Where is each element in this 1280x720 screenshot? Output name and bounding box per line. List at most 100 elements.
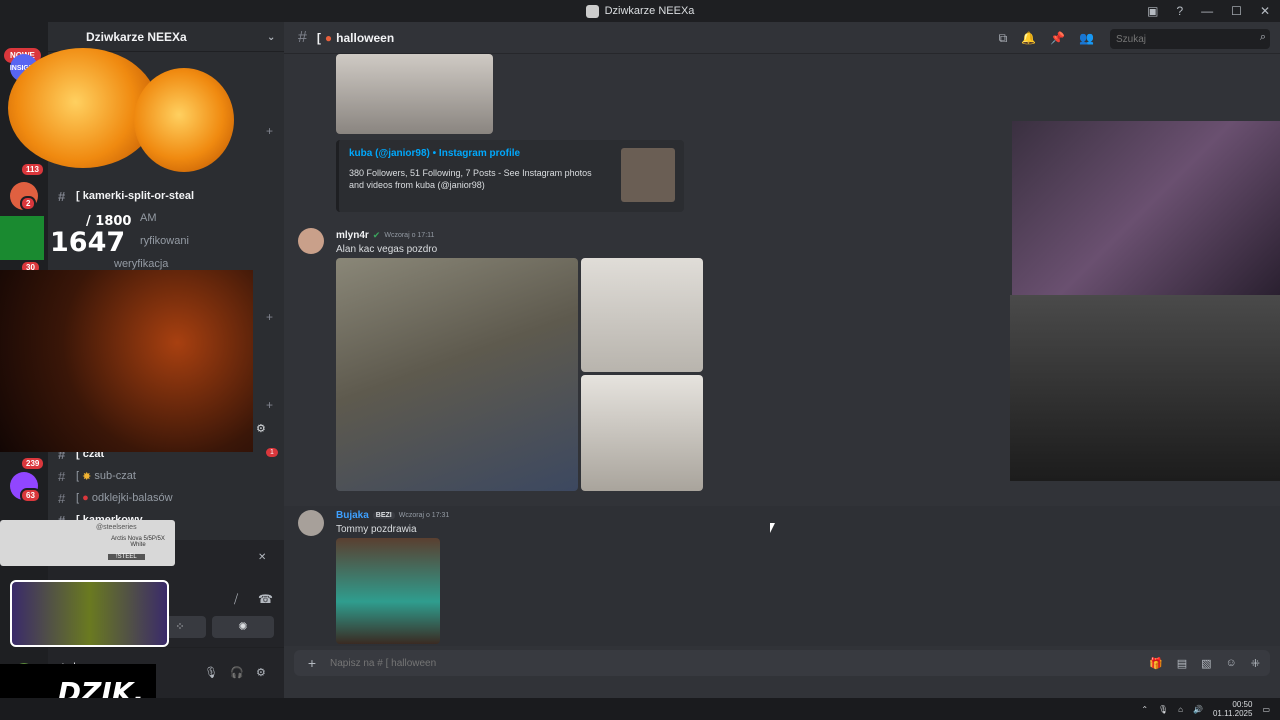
close-icon[interactable]: ✕ xyxy=(258,552,266,563)
add-channel-icon[interactable]: + xyxy=(266,124,273,138)
hash-icon: # xyxy=(58,490,66,506)
channel-item-kamerki[interactable]: # [ kamerki-split-or-steal xyxy=(58,186,276,206)
dot-icon: ● xyxy=(82,492,89,504)
attachment-image[interactable] xyxy=(581,258,703,372)
close-button[interactable]: ✕ xyxy=(1260,4,1270,18)
attachment-image[interactable] xyxy=(336,538,440,644)
message-text: Tommy pozdrawia xyxy=(336,524,417,535)
chevron-down-icon[interactable]: ⌄ xyxy=(267,32,275,43)
avatar[interactable] xyxy=(298,228,324,254)
role-icon: ✔ xyxy=(372,230,381,240)
notifications-icon[interactable]: ▭ xyxy=(1262,705,1270,714)
system-tray: ⌃ 🎙 ⌂ 🔊 00:50 01.11.2025 ▭ xyxy=(1141,700,1270,718)
channel-name: ryfikowani xyxy=(140,235,189,247)
pumpkin-overlay xyxy=(6,28,236,178)
ad-brand: @steelseries xyxy=(96,524,137,531)
progress-logo xyxy=(0,216,44,260)
server-badge: 63 xyxy=(20,488,41,503)
case-overlay xyxy=(10,580,169,647)
channel-prefix: [ xyxy=(316,30,321,45)
embed-thumbnail[interactable] xyxy=(621,148,675,202)
author-name[interactable]: mlyn4r xyxy=(336,230,369,241)
instagram-embed: kuba (@janior98) • Instagram profile 380… xyxy=(336,140,684,212)
channel-name: AM xyxy=(140,212,157,224)
channel-prefix: [ xyxy=(76,470,80,482)
network-icon[interactable]: ⌂ xyxy=(1178,705,1183,714)
members-icon[interactable]: 👥 xyxy=(1079,31,1094,46)
threads-icon[interactable]: ⧉ xyxy=(999,31,1008,46)
microphone-icon[interactable]: 🎙 xyxy=(1158,705,1168,714)
timestamp: Wczoraj o 17:31 xyxy=(398,512,450,519)
streamer-webcam xyxy=(0,270,253,452)
goal-counter: / 1800 1647 xyxy=(50,214,131,256)
chevron-up-icon[interactable]: ⌃ xyxy=(1141,705,1148,714)
date: 01.11.2025 xyxy=(1212,709,1253,718)
os-taskbar: ⌃ 🎙 ⌂ 🔊 00:50 01.11.2025 ▭ xyxy=(0,698,1280,720)
hash-icon: # xyxy=(58,468,66,484)
add-attachment-icon[interactable]: + xyxy=(294,655,330,671)
apps-icon[interactable]: ⁜ xyxy=(1251,657,1260,670)
embed-description: 380 Followers, 51 Following, 7 Posts - S… xyxy=(349,168,592,190)
channel-item-sub-czat[interactable]: # [ ✸ sub-czat xyxy=(58,466,276,486)
maximize-button[interactable]: ☐ xyxy=(1231,4,1242,18)
hash-icon: # xyxy=(298,28,307,46)
attachment-image[interactable] xyxy=(336,54,493,134)
message-text: Alan kac vegas pozdro xyxy=(336,244,438,255)
server-badge: 239 xyxy=(20,456,46,471)
attachment-image[interactable] xyxy=(336,258,578,491)
channel-prefix: [ xyxy=(76,190,80,202)
minimize-button[interactable]: — xyxy=(1201,4,1213,18)
gift-icon[interactable]: 🎁 xyxy=(1149,657,1163,670)
add-channel-icon[interactable]: + xyxy=(266,310,273,324)
server-tag: BEZI xyxy=(372,512,395,519)
pumpkin-icon: ● xyxy=(324,30,333,45)
channel-name: odklejki-balasów xyxy=(91,492,173,504)
steelseries-ad: @steelseries Arctis Nova 5/5P/5X White !… xyxy=(0,520,175,566)
clock[interactable]: 00:50 01.11.2025 xyxy=(1213,700,1252,718)
channel-name: kamerki-split-or-steal xyxy=(82,190,194,202)
disconnect-icon[interactable]: ☎ xyxy=(258,592,273,606)
star-icon: ✸ xyxy=(82,470,92,483)
bell-icon[interactable]: 🔔 xyxy=(1021,31,1036,46)
message-header: Bujaka BEZI Wczoraj o 17:31 xyxy=(336,510,449,521)
settings-icon[interactable]: ⚙ xyxy=(256,422,266,435)
pin-icon[interactable]: 📌 xyxy=(1050,31,1065,46)
window-title: Dziwkarze NEEXa xyxy=(604,5,695,17)
channel-name: sub-czat xyxy=(94,470,136,482)
window-titlebar: Dziwkarze NEEXa ▣ ? — ☐ ✕ xyxy=(0,0,1280,22)
guest-webcam-top xyxy=(1012,121,1280,295)
user-settings-icon[interactable]: ⚙ xyxy=(256,666,266,679)
message-composer: + 🎁 ▤ ▧ ☺ ⁜ xyxy=(294,650,1270,676)
avatar[interactable] xyxy=(298,510,324,536)
noise-suppression-icon[interactable]: ⧸ xyxy=(234,592,238,607)
pumpkin-icon xyxy=(134,68,234,172)
header-toolbar: ⧉ 🔔 📌 👥 xyxy=(999,31,1094,46)
app-logo-icon xyxy=(585,4,599,18)
author-name[interactable]: Bujaka xyxy=(336,510,369,521)
search-input[interactable] xyxy=(1110,29,1270,49)
add-channel-icon[interactable]: + xyxy=(266,398,273,412)
counter-current: 1647 xyxy=(50,227,126,258)
channel-prefix: [ xyxy=(76,492,80,504)
message-header: mlyn4r ✔ Wczoraj o 17:11 xyxy=(336,230,434,241)
help-icon[interactable]: ? xyxy=(1176,4,1183,18)
volume-icon[interactable]: 🔊 xyxy=(1193,705,1203,714)
gif-icon[interactable]: ▤ xyxy=(1177,657,1187,670)
mouse-cursor xyxy=(770,523,775,533)
search-icon[interactable]: ⌕ xyxy=(1260,31,1266,44)
message-input[interactable] xyxy=(330,657,1030,669)
soundboard-button[interactable]: ✺ xyxy=(212,616,274,638)
headphones-icon[interactable]: 🎧 xyxy=(230,666,244,679)
hash-icon: # xyxy=(58,188,66,204)
time: 00:50 xyxy=(1232,700,1253,709)
window-controls: ▣ ? — ☐ ✕ xyxy=(1147,0,1280,22)
microphone-icon[interactable]: 🎙 xyxy=(204,666,218,679)
server-badge: 2 xyxy=(20,196,37,211)
channel-item-odklejki[interactable]: # [ ● odklejki-balasów xyxy=(58,488,276,508)
inbox-icon[interactable]: ▣ xyxy=(1147,4,1158,18)
attachment-image[interactable] xyxy=(581,375,703,491)
ad-product: Arctis Nova 5/5P/5X White xyxy=(111,536,165,548)
sticker-icon[interactable]: ▧ xyxy=(1201,657,1211,670)
channel-name: weryfikacja xyxy=(114,258,169,270)
emoji-icon[interactable]: ☺ xyxy=(1226,657,1237,670)
